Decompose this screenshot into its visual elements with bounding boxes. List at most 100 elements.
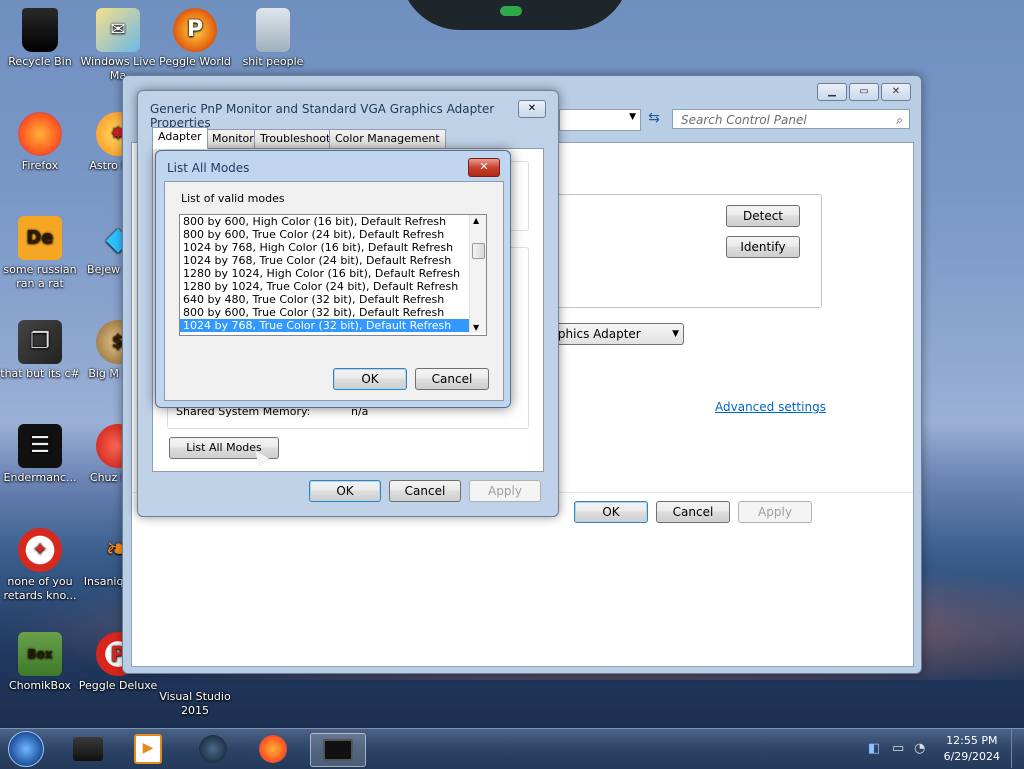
tray-volume-icon[interactable]: ◔ [914,741,925,756]
windows-stack-icon: ❐ [18,320,62,364]
desktop-icon-visual-studio[interactable]: Visual Studio 2015 [155,690,235,718]
ok-button[interactable]: OK [333,368,407,390]
listbox-scrollbar[interactable]: ▲ ▼ [469,215,486,333]
tab-adapter[interactable]: Adapter [152,127,208,149]
search-icon[interactable]: ⌕ [896,110,903,130]
list-item[interactable]: 800 by 600, True Color (24 bit), Default… [180,228,486,241]
dark-globe-icon [199,735,227,763]
desktop-icon-label: Endermanc... [3,471,77,484]
list-all-modes-dialog: List All Modes ✕ List of valid modes 800… [155,150,511,408]
taskbar: ▶ ◧ ▭ ◔ 12:55 PM 6/29/2024 [0,728,1024,769]
desktop-icon-chomikbox[interactable]: Box ChomikBox [0,632,80,693]
list-item[interactable]: 1024 by 768, High Color (16 bit), Defaul… [180,241,486,254]
close-icon[interactable]: ✕ [468,158,500,177]
list-item[interactable]: 800 by 600, High Color (16 bit), Default… [180,215,486,228]
detect-button[interactable]: Detect [726,205,800,227]
cancel-button[interactable]: Cancel [415,368,489,390]
tray-display-icon[interactable]: ▭ [892,741,904,756]
modes-listbox[interactable]: 800 by 600, High Color (16 bit), Default… [179,214,487,336]
document-list-icon: ☰ [18,424,62,468]
desktop-icon-endermanch[interactable]: ☰ Endermanc... [0,424,80,485]
apply-button: Apply [469,480,541,502]
tab-monitor[interactable]: Monitor [206,129,260,148]
chevron-down-icon: ▼ [672,329,679,339]
ok-button[interactable]: OK [309,480,381,502]
media-player-icon: ▶ [134,734,162,764]
dialog-title: Generic PnP Monitor and Standard VGA Gra… [150,102,495,130]
scroll-down-icon[interactable]: ▼ [473,323,479,332]
identify-button[interactable]: Identify [726,236,800,258]
close-icon[interactable]: ✕ [518,100,546,118]
taskbar-display-settings[interactable] [310,733,366,767]
advanced-settings-link[interactable]: Advanced settings [715,400,826,414]
maximize-icon[interactable]: ▭ [849,83,879,101]
desktop-icon-label: Visual Studio 2015 [159,690,231,717]
dropdown-arrow-icon[interactable]: ▼ [629,112,636,122]
list-item[interactable]: 1024 by 768, True Color (32 bit), Defaul… [180,319,486,332]
de-app-icon: De [18,216,62,260]
valid-modes-label: List of valid modes [181,192,285,205]
gadget-indicator-icon [500,6,522,16]
search-placeholder: Search Control Panel [681,113,807,127]
list-all-modes-body: List of valid modes 800 by 600, High Col… [164,181,504,401]
windows-live-mail-icon: ✉ [96,8,140,52]
desktop-icon-label: Firefox [21,159,59,172]
desktop-icon-label: shit people [242,55,304,68]
list-item[interactable]: 1024 by 768, True Color (24 bit), Defaul… [180,254,486,267]
minimize-icon[interactable]: ▁ [817,83,847,101]
clock-date: 6/29/2024 [943,750,1000,763]
apply-button: Apply [738,501,812,523]
list-item[interactable]: 800 by 600, True Color (32 bit), Default… [180,306,486,319]
scroll-thumb[interactable] [472,243,485,259]
desktop-icon-label: ChomikBox [9,679,71,692]
start-button[interactable] [4,731,48,767]
tab-troubleshoot[interactable]: Troubleshoot [254,129,337,148]
close-icon[interactable]: ✕ [881,83,911,101]
tab-color-management[interactable]: Color Management [329,129,446,148]
taskbar-clock[interactable]: 12:55 PM 6/29/2024 [944,733,1000,765]
address-bar[interactable]: ▼ [559,109,641,131]
firefox-icon [259,735,287,763]
list-item[interactable]: 1280 by 1024, High Color (16 bit), Defau… [180,267,486,280]
desktop-icon-that-but-its-csharp[interactable]: ❐ that but its c# [0,320,80,381]
desktop-icon-recycle-bin[interactable]: Recycle Bin [0,8,80,69]
desktop-icon-label: Recycle Bin [8,55,72,68]
ok-button[interactable]: OK [574,501,648,523]
taskbar-firefox[interactable] [253,733,293,765]
taskbar-media-player[interactable]: ▶ [128,733,168,765]
desktop-icon-label: that but its c# [0,367,80,380]
peggle-world-icon: P [173,8,217,52]
desktop-icon-windows-live[interactable]: ✉ Windows Live Ma [78,8,158,83]
recycle-bin-icon [22,8,58,52]
taskbar-app-1[interactable] [68,733,108,765]
black-box-icon [73,737,103,761]
desktop-icon-label: Peggle Deluxe [78,679,158,692]
desktop-icon-firefox[interactable]: Firefox [0,112,80,173]
desktop-icon-peggle-world[interactable]: P Peggle World [155,8,235,69]
firefox-icon [18,112,62,156]
desktop-icon-some-russian[interactable]: De some russian ran a rat [0,216,80,291]
monitor-icon [323,739,353,761]
windows-orb-icon [8,731,44,767]
clock-time: 12:55 PM [946,734,998,747]
cancel-button[interactable]: Cancel [656,501,730,523]
red-dino-icon: ✦ [18,528,62,572]
desktop-icon-label: none of you retards kno... [3,575,77,602]
taskbar-app-3[interactable] [193,733,233,765]
scroll-up-icon[interactable]: ▲ [473,216,479,225]
search-input[interactable]: Search Control Panel ⌕ [672,109,910,129]
folder-icon [256,8,290,52]
list-item[interactable]: 640 by 480, True Color (32 bit), Default… [180,293,486,306]
desktop-icon-label: some russian ran a rat [3,263,77,290]
cancel-button[interactable]: Cancel [389,480,461,502]
desktop-icon-label: Peggle World [159,55,231,68]
list-item[interactable]: 1280 by 1024, True Color (24 bit), Defau… [180,280,486,293]
chomikbox-icon: Box [18,632,62,676]
show-desktop-button[interactable] [1011,729,1024,768]
tray-network-icon[interactable]: ◧ [868,741,880,756]
window-controls: ▁ ▭ ✕ [817,83,911,101]
desktop-icon-none-of-you[interactable]: ✦ none of you retards kno... [0,528,80,603]
refresh-icon[interactable]: ⇆ [643,110,665,128]
desktop-icon-shit-people[interactable]: shit people [233,8,313,69]
dialog-title: List All Modes [167,161,250,175]
